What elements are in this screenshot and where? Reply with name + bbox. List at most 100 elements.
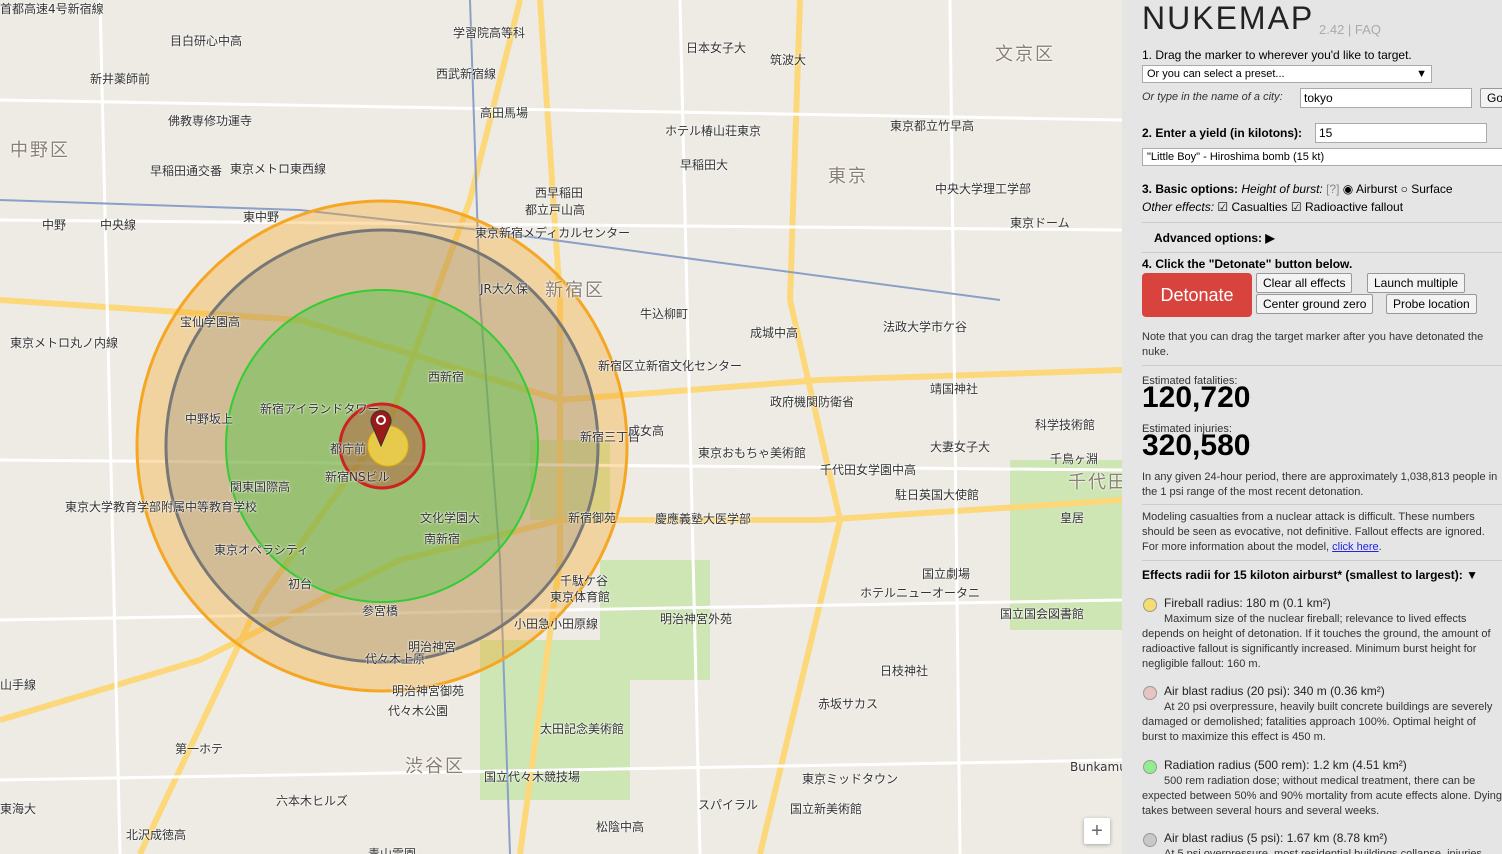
control-panel: NUKEMAP 2.42 | FAQ 1. Drag the marker to… [1122, 0, 1502, 854]
place-label: 千鳥ヶ淵 [1050, 452, 1099, 466]
place-label: 千駄ケ谷 [560, 574, 609, 588]
fireball-ring [367, 425, 409, 467]
yield-input[interactable]: 15 [1315, 123, 1487, 143]
place-label: 高田馬場 [480, 106, 529, 120]
fallout-checkbox[interactable]: ☑ [1291, 200, 1302, 214]
step2-label: 2. Enter a yield (in kilotons): [1142, 126, 1303, 140]
go-button[interactable]: Go [1480, 88, 1502, 108]
effect-description: At 20 psi overpressure, heavily built co… [1142, 701, 1493, 743]
step1-label: 1. Drag the marker to wherever you'd lik… [1142, 48, 1412, 62]
clear-effects-button[interactable]: Clear all effects [1256, 273, 1353, 293]
basic-options-row: 3. Basic options: Height of burst: [?] ◉… [1142, 182, 1453, 196]
other-effects-row: Other effects: ☑ Casualties ☑ Radioactiv… [1142, 200, 1403, 214]
faq-link[interactable]: FAQ [1355, 22, 1381, 37]
effect-description: Maximum size of the nuclear fireball; re… [1142, 613, 1491, 670]
place-label: 都立戸山高 [525, 203, 586, 217]
place-label: 国立国会図書館 [1000, 607, 1085, 621]
detonate-button[interactable]: Detonate [1142, 273, 1252, 317]
place-label: 西早稲田 [535, 186, 584, 200]
version-number: 2.42 [1319, 22, 1345, 37]
version-info: 2.42 | FAQ [1319, 22, 1381, 37]
place-label: 青山霊園 [368, 847, 417, 854]
place-label: JR大久保 [480, 282, 528, 296]
place-label: 西武新宿線 [436, 67, 497, 81]
effect-color-swatch [1143, 686, 1157, 700]
step3-label: 3. Basic options: [1142, 182, 1239, 196]
place-label: 新宿区立新宿文化センター [598, 359, 743, 373]
place-label: 北沢成徳高 [126, 828, 187, 842]
place-label: 東京新宿メディカルセンター [475, 226, 631, 240]
effect-color-swatch [1143, 598, 1157, 612]
district-label: 東京 [828, 166, 868, 187]
place-label: 東京メトロ東西線 [230, 162, 327, 176]
place-label: 東京都立竹早高 [890, 119, 975, 133]
fatalities-value: 120,720 [1142, 381, 1251, 414]
place-label: 代々木上原 [365, 652, 426, 666]
place-label: 早稲田通交番 [150, 164, 223, 178]
place-label: 政府機関防衛省 [770, 395, 855, 409]
help-link[interactable]: [?] [1326, 182, 1339, 196]
place-label: 明治神宮御苑 [392, 684, 465, 698]
advanced-options-toggle[interactable]: Advanced options: ▶ [1154, 231, 1275, 245]
place-label: 赤坂サカス [818, 697, 879, 711]
effects-header[interactable]: Effects radii for 15 kiloton airburst* (… [1142, 568, 1478, 582]
place-label: 佛教専修功運寺 [168, 114, 253, 128]
place-label: 文化学園大 [420, 511, 481, 525]
effect-description: At 5 psi overpressure, most residential … [1164, 848, 1482, 854]
district-label: 中野区 [10, 140, 70, 161]
step4-label: 4. Click the "Detonate" button below. [1142, 257, 1353, 271]
daily-population-note: In any given 24-hour period, there are a… [1142, 471, 1498, 498]
effect-color-swatch [1143, 833, 1157, 847]
place-label: 初台 [288, 577, 313, 591]
city-label: Or type in the name of a city: [1142, 91, 1283, 103]
effect-title: Air blast radius (5 psi): 1.67 km (8.78 … [1164, 831, 1388, 845]
place-label: 学習院高等科 [453, 26, 526, 40]
place-label: 首都高速4号新宿線 [0, 2, 104, 16]
place-label: 東京ドーム [1010, 216, 1070, 230]
launch-multiple-button[interactable]: Launch multiple [1367, 273, 1466, 293]
place-label: 西新宿 [428, 370, 465, 384]
place-label: 慶應義塾大医学部 [655, 512, 752, 526]
casualties-checkbox[interactable]: ☑ [1217, 200, 1228, 214]
district-label: 千代田 [1068, 472, 1122, 493]
injuries-value: 320,580 [1142, 429, 1251, 462]
place-label: スパイラル [698, 798, 759, 812]
place-label: 科学技術館 [1035, 418, 1096, 432]
place-label: 成城中高 [750, 326, 799, 340]
preset-select[interactable]: Or you can select a preset... ▼ [1142, 65, 1432, 83]
yield-preset-select[interactable]: "Little Boy" - Hiroshima bomb (15 kt) [1142, 148, 1502, 166]
place-label: 新宿御苑 [568, 511, 617, 525]
preset-select-value: Or you can select a preset... [1147, 68, 1285, 80]
place-label: 千代田女学園中高 [820, 463, 917, 477]
surface-radio[interactable]: ○ [1401, 182, 1408, 196]
effect-description: 500 rem radiation dose; without medical … [1142, 775, 1502, 817]
place-label: 東京メトロ丸ノ内線 [10, 336, 119, 350]
effect-title: Air blast radius (20 psi): 340 m (0.36 k… [1164, 684, 1385, 698]
other-effects-label: Other effects: [1142, 200, 1215, 214]
chevron-down-icon: ▼ [1416, 68, 1427, 80]
zoom-in-button[interactable]: + [1084, 818, 1110, 844]
place-label: 筑波大 [770, 53, 807, 67]
city-input[interactable]: tokyo [1300, 88, 1472, 108]
place-label: 日枝神社 [880, 664, 929, 678]
place-label: 関東国際高 [230, 480, 291, 494]
place-label: 皇居 [1060, 511, 1085, 525]
place-label: 法政大学市ケ谷 [883, 320, 968, 334]
place-label: 東京おもちゃ美術館 [698, 446, 807, 460]
probe-location-button[interactable]: Probe location [1386, 294, 1477, 314]
place-label: 東海大 [0, 802, 37, 816]
place-label: 第一ホテ [175, 742, 224, 756]
center-ground-zero-button[interactable]: Center ground zero [1256, 294, 1374, 314]
click-here-link[interactable]: click here [1332, 541, 1378, 553]
casualties-label: Casualties [1231, 200, 1288, 214]
place-label: 新井薬師前 [90, 72, 151, 86]
height-label: Height of burst: [1241, 182, 1323, 196]
place-label: 国立代々木競技場 [484, 770, 581, 784]
place-label: 宝仙学園高 [180, 315, 241, 329]
map-area[interactable]: 中野区 新宿区 文京区 渋谷区 東京 千代田 目白研心中高 学習院高等科 日本女子大 筑波大 西武新… [0, 0, 1122, 854]
place-label: 日本女子大 [686, 41, 747, 55]
divider [1142, 560, 1502, 561]
effect-title: Radiation radius (500 rem): 1.2 km (4.51… [1164, 758, 1407, 772]
place-label: 小田急小田原線 [514, 617, 599, 631]
airburst-radio[interactable]: ◉ [1343, 182, 1353, 196]
